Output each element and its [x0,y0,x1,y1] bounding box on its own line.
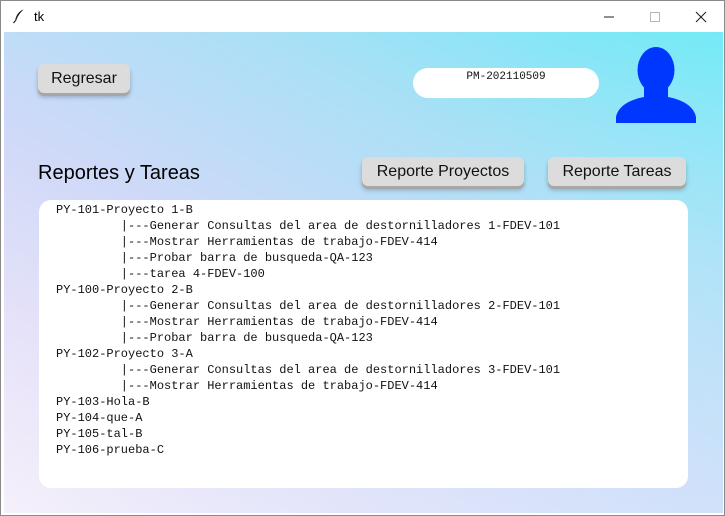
pm-code-field: PM-202110509 [413,68,599,98]
report-line: PY-106-prueba-C [56,443,165,457]
user-avatar-icon [616,47,696,123]
window-title: tk [34,9,45,24]
report-line: |---Mostrar Herramientas de trabajo-FDEV… [56,315,438,329]
report-line: |---Probar barra de busqueda-QA-123 [56,331,373,345]
close-icon [695,11,707,22]
report-line: PY-104-que-A [56,411,143,425]
report-list: PY-101-Proyecto 1-B |---Generar Consulta… [56,202,560,458]
back-button[interactable]: Regresar [38,64,130,93]
report-line: |---tarea 4-FDEV-100 [56,267,265,281]
report-line: PY-103-Hola-B [56,395,150,409]
report-line: PY-102-Proyecto 3-A [56,347,193,361]
report-line: PY-105-tal-B [56,427,143,441]
report-line: |---Generar Consultas del area de destor… [56,219,561,233]
app-window: tk Regresar PM-202110509 Reportes y Tare… [0,0,725,516]
tasks-report-button[interactable]: Reporte Tareas [548,157,686,186]
report-line: |---Probar barra de busqueda-QA-123 [56,251,373,265]
feather-icon [13,9,24,24]
report-line: PY-100-Proyecto 2-B [56,283,193,297]
projects-report-button[interactable]: Reporte Proyectos [362,157,524,186]
report-line: |---Generar Consultas del area de destor… [56,363,561,377]
main-panel: Regresar PM-202110509 Reportes y Tareas … [4,32,723,513]
title-bar: tk [1,1,724,32]
report-line: |---Generar Consultas del area de destor… [56,299,561,313]
close-button[interactable] [678,1,724,32]
minimize-icon [604,16,614,17]
report-text-area[interactable]: PY-101-Proyecto 1-B |---Generar Consulta… [39,200,688,488]
maximize-icon [650,11,660,22]
report-line: PY-101-Proyecto 1-B [56,203,193,217]
maximize-button[interactable] [632,1,678,32]
minimize-button[interactable] [586,1,632,32]
report-line: |---Mostrar Herramientas de trabajo-FDEV… [56,235,438,249]
page-title: Reportes y Tareas [38,162,200,184]
report-line: |---Mostrar Herramientas de trabajo-FDEV… [56,379,438,393]
